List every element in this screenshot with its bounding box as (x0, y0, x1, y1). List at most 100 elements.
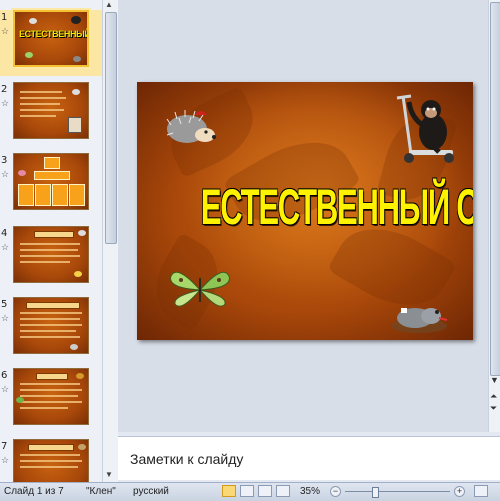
hedgehog-icon (166, 110, 216, 143)
animation-star-icon: ☆ (1, 169, 10, 179)
text-line (20, 97, 66, 99)
diagram-box (52, 184, 68, 206)
reading-view-button[interactable] (258, 485, 272, 497)
thumbnail-image: ЕСТЕСТВЕННЫЙ ОТБОР (13, 10, 89, 67)
language-label[interactable]: русский (133, 486, 169, 497)
thumbnail-image (13, 153, 89, 210)
animation-star-icon: ☆ (1, 26, 10, 36)
slide-number: 5 (1, 299, 8, 310)
next-slide-icon[interactable]: ⏷ (490, 404, 497, 413)
fit-to-window-button[interactable] (474, 485, 488, 497)
text-line (20, 336, 80, 338)
zoom-slider-track[interactable] (345, 491, 450, 492)
slide-count-label: Слайд 1 из 7 (4, 486, 64, 497)
text-line (20, 466, 78, 468)
zoom-slider-handle[interactable] (372, 487, 379, 498)
thumbnail-heading (34, 231, 74, 238)
clipart-icon (76, 373, 84, 379)
thumbnail-heading (36, 373, 68, 380)
animation-star-icon: ☆ (1, 98, 10, 108)
text-line (20, 312, 82, 314)
slide-thumbnail-7[interactable]: 7 ☆ (0, 439, 102, 482)
diagram-box (34, 171, 70, 180)
notes-pane[interactable]: Заметки к слайду (118, 436, 500, 480)
portrait-image (68, 117, 82, 133)
slide-number: 7 (1, 441, 8, 452)
zoom-level[interactable]: 35% (300, 486, 320, 497)
previous-slide-icon[interactable]: ⏶ (490, 392, 497, 401)
scroll-down-icon[interactable]: ▼ (490, 376, 499, 385)
thumbnail-image (13, 439, 89, 482)
animation-star-icon: ☆ (1, 384, 10, 394)
monkey-scooter-icon (396, 94, 454, 163)
status-bar: Слайд 1 из 7 "Клен" русский 35% − + (0, 482, 500, 501)
notes-placeholder[interactable]: Заметки к слайду (130, 451, 243, 467)
text-line (20, 330, 76, 332)
diagram-box (35, 184, 51, 206)
diagram-box (18, 184, 34, 206)
text-line (20, 115, 56, 117)
clipart-icon (72, 89, 80, 95)
scroll-up-icon[interactable]: ▲ (105, 0, 113, 9)
animation-star-icon: ☆ (1, 455, 10, 465)
slide-thumbnail-4[interactable]: 4 ☆ (0, 226, 102, 292)
monkey-icon (71, 16, 81, 24)
text-line (20, 401, 82, 403)
slide-number: 4 (1, 228, 8, 239)
thumbnail-image (13, 297, 89, 354)
thumbnail-image (13, 226, 89, 283)
hedgehog-icon (29, 18, 37, 24)
normal-view-button[interactable] (222, 485, 236, 497)
clipart-icon (78, 444, 86, 450)
scroll-down-icon[interactable]: ▼ (105, 470, 113, 479)
slide-number: 1 (1, 12, 8, 23)
clipart-icon (18, 170, 26, 176)
text-line (20, 243, 80, 245)
clipart-icon (78, 230, 86, 236)
theme-name-label[interactable]: "Клен" (86, 486, 116, 497)
diagram-box (44, 157, 60, 169)
slide-thumbnail-1[interactable]: 1 ☆ ЕСТЕСТВЕННЫЙ ОТБОР (0, 10, 102, 76)
thumbnail-title: ЕСТЕСТВЕННЫЙ ОТБОР (19, 29, 89, 39)
text-line (20, 395, 78, 397)
diagram-box (69, 184, 85, 206)
text-line (20, 255, 80, 257)
butterfly-icon (170, 271, 230, 307)
thumbnail-heading (26, 302, 80, 309)
slide-canvas[interactable]: ЕСТЕСТВЕННЫЙ ОТБОР (137, 82, 473, 340)
text-line (20, 454, 80, 456)
text-line (20, 318, 80, 320)
text-line (20, 261, 70, 263)
mole-icon (391, 308, 448, 333)
scrollbar-thumb[interactable] (105, 12, 117, 244)
slide-number: 6 (1, 370, 8, 381)
text-line (20, 103, 60, 105)
animation-star-icon: ☆ (1, 242, 10, 252)
slide-sorter-view-button[interactable] (240, 485, 254, 497)
text-line (20, 460, 82, 462)
slide-title[interactable]: ЕСТЕСТВЕННЫЙ ОТБОР (201, 178, 473, 236)
slide-thumbnail-2[interactable]: 2 ☆ (0, 82, 102, 148)
animation-star-icon: ☆ (1, 313, 10, 323)
clipart-icon (70, 344, 78, 350)
main-scrollbar[interactable]: ▼ ⏶ ⏷ (488, 0, 500, 432)
zoom-in-button[interactable]: + (454, 486, 465, 497)
thumbnail-scrollbar[interactable]: ▲ ▼ (102, 0, 118, 482)
zoom-out-button[interactable]: − (330, 486, 341, 497)
slideshow-view-button[interactable] (276, 485, 290, 497)
slide-thumbnail-pane: 1 ☆ ЕСТЕСТВЕННЫЙ ОТБОР 2 ☆ 3 ☆ (0, 0, 103, 482)
slide-number: 2 (1, 84, 8, 95)
thumbnail-image (13, 82, 89, 139)
butterfly-icon (25, 52, 33, 58)
clipart-icon (74, 271, 82, 277)
scrollbar-thumb[interactable] (490, 2, 500, 376)
thumbnail-heading (28, 444, 74, 451)
slide-thumbnail-3[interactable]: 3 ☆ (0, 153, 102, 219)
text-line (20, 407, 68, 409)
slide-thumbnail-6[interactable]: 6 ☆ (0, 368, 102, 434)
text-line (20, 109, 64, 111)
text-line (20, 389, 82, 391)
text-line (20, 324, 82, 326)
text-line (20, 249, 78, 251)
slide-thumbnail-5[interactable]: 5 ☆ (0, 297, 102, 363)
